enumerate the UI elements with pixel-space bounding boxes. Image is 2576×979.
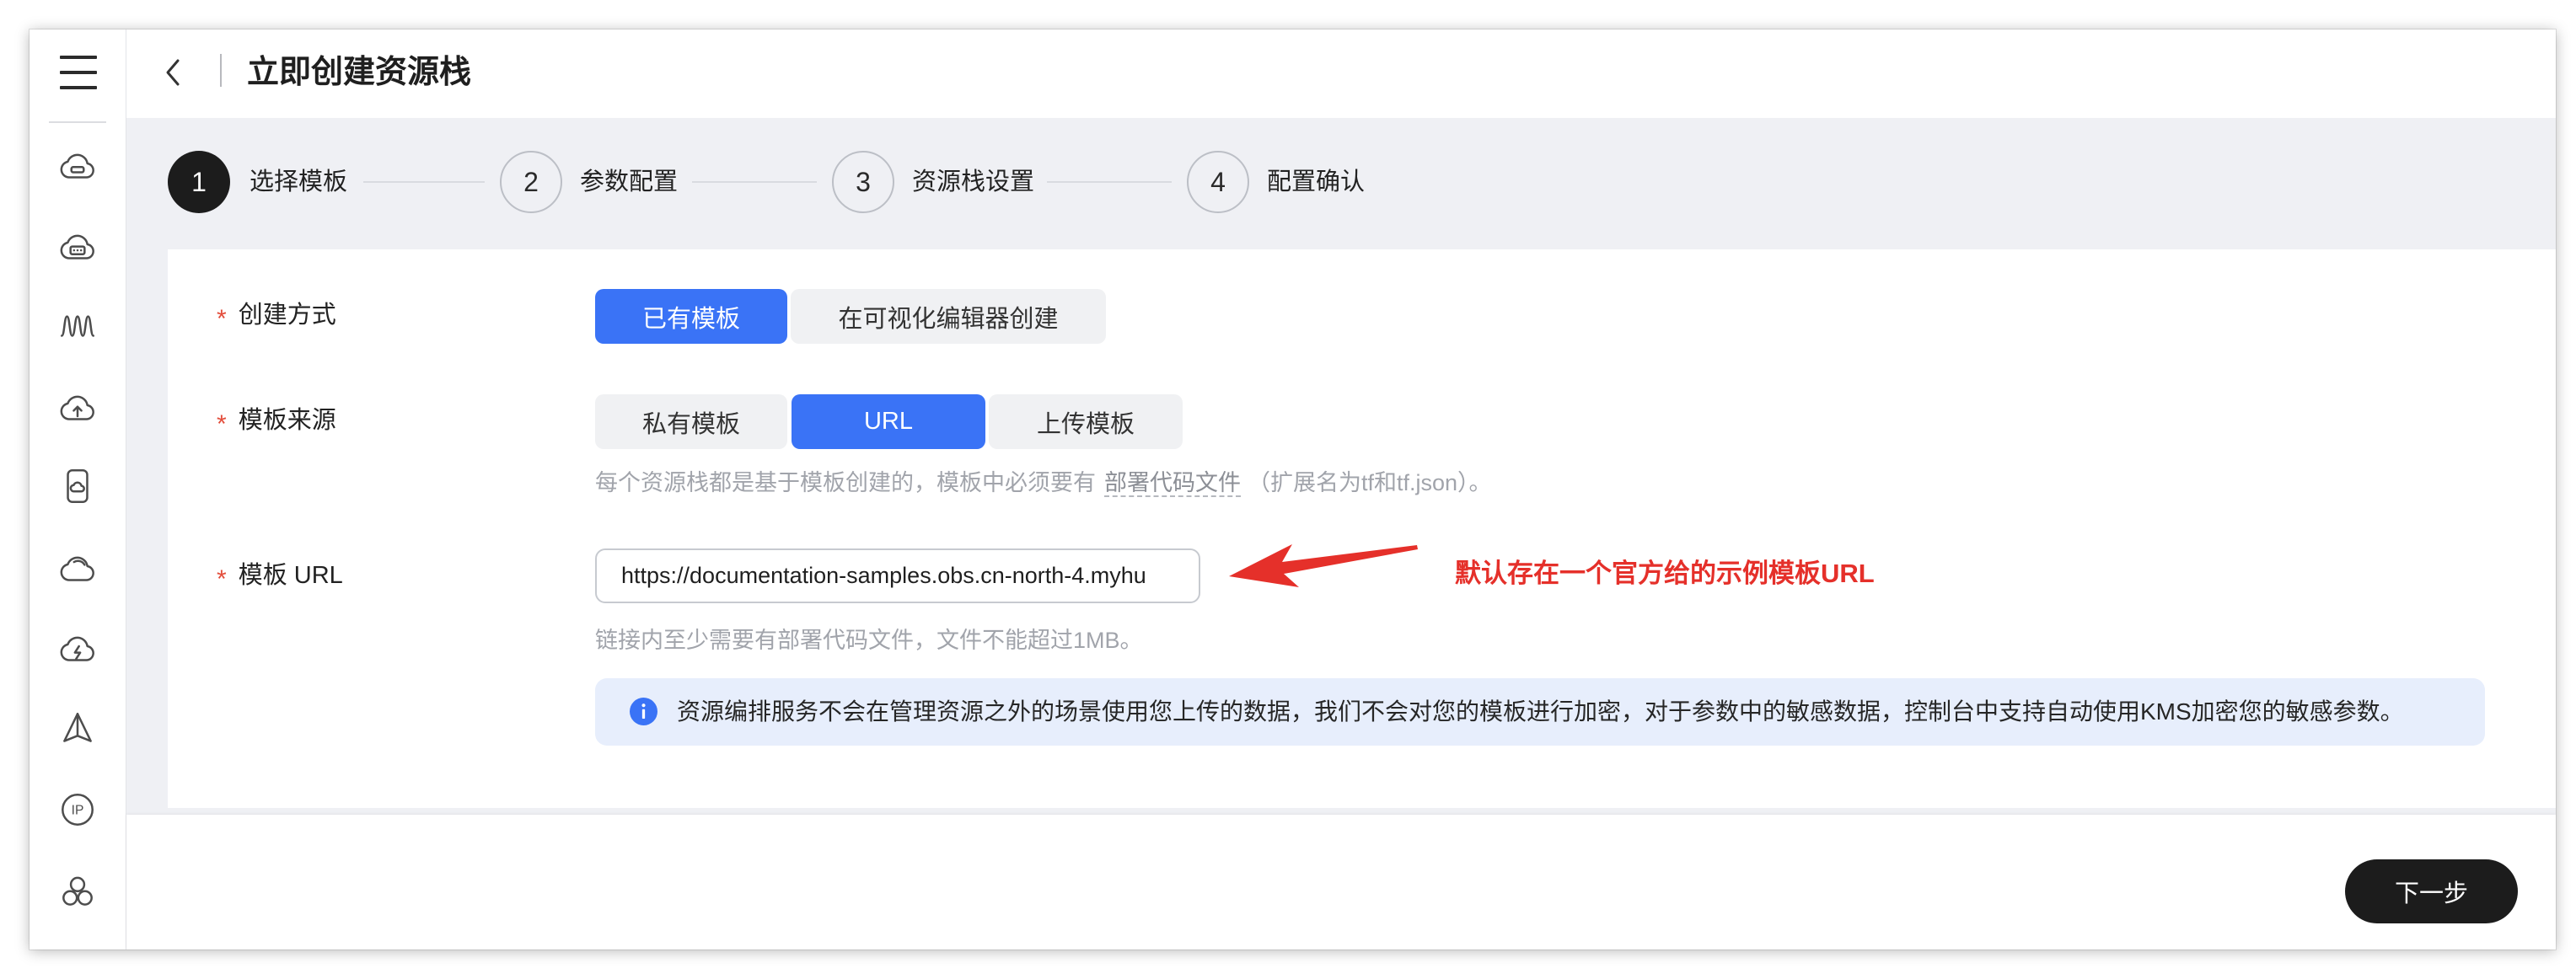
pyramid-icon	[63, 713, 92, 742]
option-existing-template[interactable]: 已有模板	[595, 289, 787, 344]
sidebar-divider	[49, 121, 106, 123]
create-method-label: * 创建方式	[217, 298, 336, 333]
template-url-help: 链接内至少需要有部署代码文件，文件不能超过1MB。	[595, 628, 1143, 653]
form-card: * 创建方式 已有模板 在可视化编辑器创建 * 模板来源 私有模板 URL 上传模板…	[168, 249, 2556, 808]
hamburger-line	[60, 86, 97, 89]
content-area: 1 选择模板 2 参数配置 3 资源栈设置 4 配置确认 * 创建方式 已有模板	[126, 118, 2556, 815]
required-mark: *	[217, 410, 227, 438]
ip-icon: IP	[62, 794, 94, 826]
option-upload-template[interactable]: 上传模板	[989, 394, 1183, 449]
info-banner: 资源编排服务不会在管理资源之外的场景使用您上传的数据，我们不会对您的模板进行加密…	[595, 678, 2485, 746]
hamburger-menu-icon[interactable]	[60, 55, 97, 90]
cloud-database-icon	[60, 234, 94, 259]
required-mark: *	[217, 565, 227, 593]
create-method-label-text: 创建方式	[238, 302, 336, 329]
step-2-label: 参数配置	[580, 169, 679, 195]
header-separator	[220, 54, 222, 87]
sidebar-item-cloud-server[interactable]	[56, 145, 99, 187]
sidebar-item-wave-peaks[interactable]	[56, 304, 99, 346]
template-source-help: 每个资源栈都是基于模板创建的，模板中必须要有 部署代码文件 （扩展名为tf和tf.j…	[595, 466, 1492, 500]
wave-peaks-icon	[61, 315, 94, 337]
sidebar-item-cluster[interactable]	[56, 871, 99, 913]
step-connector	[363, 181, 485, 183]
template-url-input[interactable]	[595, 548, 1200, 603]
sidebar-item-cloud-upload[interactable]	[56, 387, 99, 429]
sidebar-item-cloud-function[interactable]	[56, 628, 99, 670]
help-suffix: （扩展名为tf和tf.json）。	[1248, 470, 1492, 495]
sidebar-item-cloud[interactable]	[56, 548, 99, 590]
cloud-function-icon	[60, 636, 94, 661]
template-source-label-text: 模板来源	[238, 407, 336, 434]
sidebar-item-mobile-cloud[interactable]	[56, 465, 99, 507]
page: IP 立即创建资源栈 1 选择模板 2 参数配置 3 资源栈设置 4 配置确认 …	[0, 0, 2576, 979]
console-window: IP 立即创建资源栈 1 选择模板 2 参数配置 3 资源栈设置 4 配置确认 …	[30, 29, 2556, 950]
hamburger-line	[60, 56, 97, 59]
step-connector	[692, 181, 817, 183]
ip-icon-text: IP	[72, 804, 84, 818]
chevron-left-icon	[166, 59, 180, 86]
step-3-circle: 3	[832, 151, 894, 213]
page-footer: 下一步	[126, 815, 2556, 950]
deploy-code-file-link[interactable]: 部署代码文件	[1104, 470, 1241, 497]
cloud-icon	[60, 556, 94, 581]
sidebar-item-cloud-database[interactable]	[56, 226, 99, 268]
page-title: 立即创建资源栈	[247, 55, 472, 90]
template-url-label: * 模板 URL	[217, 559, 343, 593]
annotation-arrow	[1229, 544, 1418, 587]
sidebar: IP	[30, 29, 126, 950]
annotation-arrow-shape	[1229, 544, 1418, 587]
step-2-circle: 2	[500, 151, 562, 213]
back-button[interactable]	[164, 58, 181, 87]
info-text: 资源编排服务不会在管理资源之外的场景使用您上传的数据，我们不会对您的模板进行加密…	[677, 698, 2404, 725]
step-4-label: 配置确认	[1267, 169, 1366, 195]
step-connector	[1047, 181, 1172, 183]
option-url[interactable]: URL	[792, 394, 985, 449]
next-button[interactable]: 下一步	[2345, 859, 2518, 923]
page-header: 立即创建资源栈	[126, 29, 2556, 118]
sidebar-item-pyramid[interactable]	[56, 709, 99, 751]
option-private-template[interactable]: 私有模板	[595, 394, 787, 449]
help-prefix: 每个资源栈都是基于模板创建的，模板中必须要有	[595, 470, 1096, 495]
cluster-icon	[62, 876, 93, 906]
hamburger-line	[60, 71, 97, 74]
step-1-circle: 1	[168, 151, 230, 213]
sidebar-item-ip[interactable]: IP	[56, 789, 99, 831]
cloud-server-icon	[60, 153, 94, 179]
template-source-label: * 模板来源	[217, 404, 336, 438]
mobile-cloud-icon	[67, 469, 89, 503]
template-url-label-text: 模板 URL	[238, 562, 343, 589]
step-1-label: 选择模板	[250, 169, 348, 195]
option-visual-editor[interactable]: 在可视化编辑器创建	[791, 289, 1106, 344]
step-4-circle: 4	[1187, 151, 1249, 213]
required-mark: *	[217, 305, 227, 333]
cloud-upload-icon	[60, 395, 94, 420]
annotation-text: 默认存在一个官方给的示例模板URL	[1455, 559, 1875, 588]
info-icon	[630, 698, 657, 725]
step-3-label: 资源栈设置	[912, 169, 1035, 195]
